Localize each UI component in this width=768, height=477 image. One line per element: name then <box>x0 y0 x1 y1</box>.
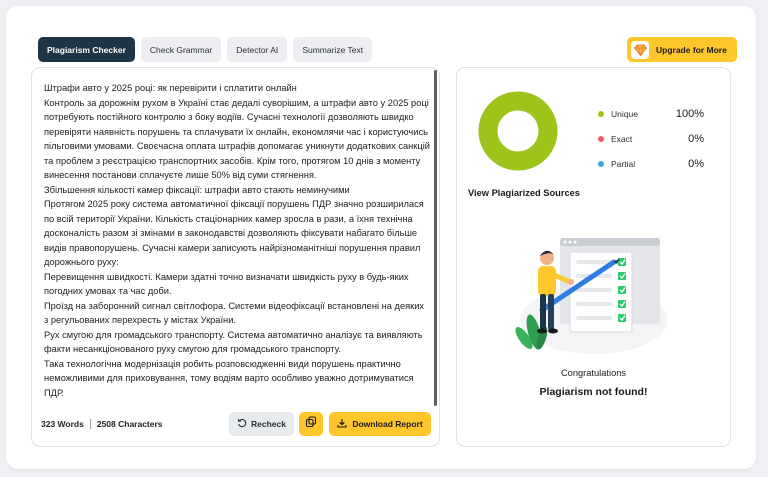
plagiarism-donut-chart <box>478 91 558 171</box>
refresh-icon <box>237 418 247 430</box>
results-panel: Unique 100% Exact 0% Partial 0% View Pla… <box>456 67 731 447</box>
legend-percent: 0% <box>688 132 704 145</box>
legend-label: Exact <box>611 133 633 144</box>
diamond-icon <box>631 40 649 59</box>
plagiarism-not-found-text: Plagiarism not found! <box>539 386 648 398</box>
recheck-button[interactable]: Recheck <box>229 412 294 436</box>
word-count: 323 Words <box>41 419 84 429</box>
download-report-button[interactable]: Download Report <box>329 412 431 436</box>
legend-unique: Unique 100% <box>598 101 704 126</box>
upgrade-label: Upgrade for More <box>656 44 727 55</box>
upgrade-button[interactable]: Upgrade for More <box>627 37 737 62</box>
text-paragraph: Протягом 2025 року система автоматичної … <box>44 199 424 267</box>
text-paragraph: Контроль за дорожнім рухом в Україні ста… <box>44 97 430 181</box>
tool-tabs: Plagiarism Checker Check Grammar Detecto… <box>38 37 373 62</box>
checklist-illustration <box>515 238 668 354</box>
recheck-label: Recheck <box>251 419 286 429</box>
text-stats: 323 Words 2508 Characters <box>41 419 163 429</box>
partial-dot <box>598 160 604 167</box>
char-count: 2508 Characters <box>96 419 163 429</box>
text-paragraph: Проїзд на заборонний сигнал світлофора. … <box>44 300 425 326</box>
download-icon <box>337 418 347 430</box>
tab-detector-ai[interactable]: Detector AI <box>227 37 288 62</box>
text-paragraph: Збільшення кількості камер фіксації: штр… <box>44 184 350 195</box>
text-paragraph: Перевищення швидкості. Камери здатні точ… <box>44 271 409 297</box>
text-paragraph: Рух смугою для громадського транспорту. … <box>44 329 423 355</box>
result-legend: Unique 100% Exact 0% Partial 0% <box>598 101 704 176</box>
text-paragraph: Штрафи авто у 2025 році: як перевірити і… <box>44 83 297 93</box>
copy-icon <box>305 415 317 433</box>
view-plagiarized-sources-link[interactable]: View Plagiarized Sources <box>468 188 580 198</box>
text-paragraph: Така технологічна модернізація робить ро… <box>44 358 414 398</box>
legend-percent: 0% <box>688 157 704 170</box>
download-label: Download Report <box>352 419 423 429</box>
input-text[interactable]: Штрафи авто у 2025 році: як перевірити і… <box>44 81 430 410</box>
legend-percent: 100% <box>675 107 704 120</box>
legend-partial: Partial 0% <box>598 151 704 176</box>
editor-scrollbar[interactable] <box>434 70 437 406</box>
tab-summarize-text[interactable]: Summarize Text <box>293 37 373 62</box>
legend-label: Unique <box>611 108 638 119</box>
tab-check-grammar[interactable]: Check Grammar <box>140 37 222 62</box>
unique-dot <box>598 110 604 117</box>
legend-exact: Exact 0% <box>598 126 704 151</box>
tab-plagiarism-checker[interactable]: Plagiarism Checker <box>38 37 135 62</box>
stats-divider <box>89 419 91 429</box>
congratulations-text: Congratulations <box>560 368 627 378</box>
legend-label: Partial <box>611 158 636 169</box>
copy-button[interactable] <box>299 412 323 436</box>
donut-segment-unique <box>478 91 558 171</box>
text-editor[interactable]: Штрафи авто у 2025 році: як перевірити і… <box>31 67 440 447</box>
exact-dot <box>598 135 604 142</box>
